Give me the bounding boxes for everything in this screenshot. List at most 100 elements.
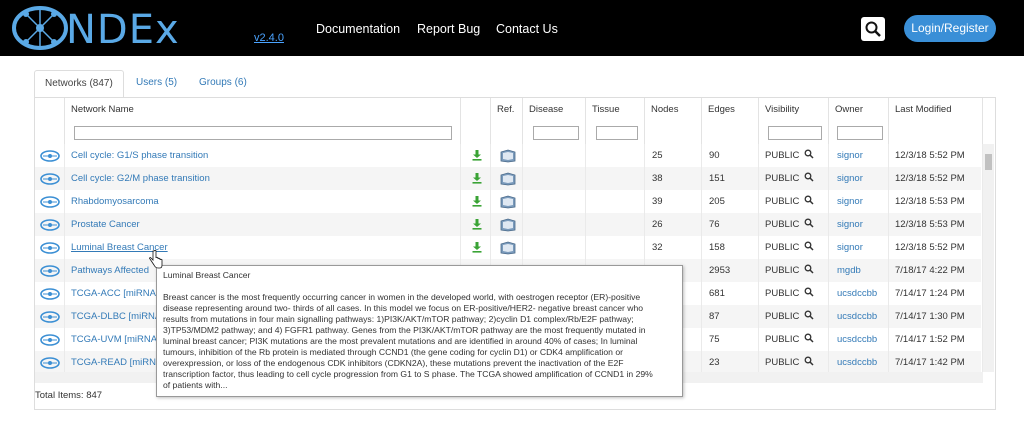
disease-cell	[523, 144, 586, 167]
edges-cell: 76	[702, 213, 759, 236]
visibility-cell: PUBLIC	[759, 305, 829, 328]
network-icon	[35, 351, 65, 372]
magnifier-icon[interactable]	[804, 195, 814, 205]
tissue-cell	[586, 213, 645, 236]
modified-cell: 7/14/17 1:52 PM	[889, 328, 983, 351]
tooltip-line: luminal breast cancer; PI3K mutations ar…	[163, 336, 638, 346]
table-row[interactable]: Cell cycle: G2/M phase transition 38 151 PU…	[35, 167, 983, 190]
nodes-cell: 39	[645, 190, 702, 213]
nodes-cell: 32	[645, 236, 702, 259]
filter-disease-input[interactable]	[533, 126, 579, 140]
network-name-link[interactable]: Cell cycle: G2/M phase transition	[65, 167, 461, 190]
visibility-text: PUBLIC	[765, 311, 800, 322]
filter-network-name-input[interactable]	[74, 126, 452, 140]
total-items: Total Items: 847	[35, 390, 103, 401]
visibility-text: PUBLIC	[765, 357, 800, 368]
magnifier-icon[interactable]	[804, 264, 814, 274]
magnifier-icon[interactable]	[804, 172, 814, 182]
version-link[interactable]: v2.4.0	[254, 32, 284, 44]
table-row[interactable]: Cell cycle: G1/S phase transition 25 90 PUB…	[35, 144, 983, 167]
owner-link[interactable]: ucsdccbb	[829, 305, 889, 328]
search-icon	[865, 21, 881, 37]
nav-contact-us[interactable]: Contact Us	[496, 22, 558, 36]
visibility-text: PUBLIC	[765, 334, 800, 345]
tooltip-line: transcription factor, thus leading to ce…	[163, 369, 653, 379]
reference-icon[interactable]	[491, 144, 523, 167]
table-row[interactable]: Luminal Breast Cancer 32 158 PUBLIC signor 12…	[35, 236, 983, 259]
modified-cell: 7/14/17 1:24 PM	[889, 282, 983, 305]
tooltip-line: results from mutations in four main sign…	[163, 314, 634, 324]
network-name-link[interactable]: Luminal Breast Cancer	[65, 236, 461, 259]
reference-icon[interactable]	[491, 190, 523, 213]
owner-link[interactable]: signor	[829, 167, 889, 190]
header-edges[interactable]: Edges	[702, 98, 759, 144]
top-navbar: NDEx v2.4.0 Documentation Report Bug Con…	[0, 0, 1024, 56]
edges-cell: 681	[702, 282, 759, 305]
visibility-cell: PUBLIC	[759, 351, 829, 372]
edges-cell: 151	[702, 167, 759, 190]
nav-report-bug[interactable]: Report Bug	[417, 22, 480, 36]
nav-documentation[interactable]: Documentation	[316, 22, 400, 36]
network-name-link[interactable]: Cell cycle: G1/S phase transition	[65, 144, 461, 167]
download-icon[interactable]	[461, 167, 491, 190]
edges-cell: 205	[702, 190, 759, 213]
network-name-link[interactable]: Prostate Cancer	[65, 213, 461, 236]
reference-icon[interactable]	[491, 213, 523, 236]
owner-link[interactable]: signor	[829, 236, 889, 259]
owner-link[interactable]: ucsdccbb	[829, 351, 889, 372]
owner-link[interactable]: signor	[829, 190, 889, 213]
ndex-logo[interactable]: NDEx	[8, 2, 258, 54]
owner-link[interactable]: signor	[829, 213, 889, 236]
magnifier-icon[interactable]	[804, 287, 814, 297]
header-label: Tissue	[592, 104, 620, 115]
filter-tissue-input[interactable]	[596, 126, 638, 140]
magnifier-icon[interactable]	[804, 333, 814, 343]
logo-text: NDEx	[66, 7, 180, 53]
magnifier-icon[interactable]	[804, 356, 814, 366]
table-row[interactable]: Rhabdomyosarcoma 39 205 PUBLIC signor 12/3/18…	[35, 190, 983, 213]
header-label: Owner	[835, 104, 863, 115]
magnifier-icon[interactable]	[804, 218, 814, 228]
network-description-tooltip: Luminal Breast Cancer Breast cancer is t…	[156, 265, 683, 397]
download-icon[interactable]	[461, 236, 491, 259]
owner-link[interactable]: ucsdccbb	[829, 328, 889, 351]
tab-groups[interactable]: Groups (6)	[189, 70, 257, 98]
network-icon	[35, 236, 65, 259]
tab-users[interactable]: Users (5)	[126, 70, 187, 98]
filter-visibility-input[interactable]	[768, 126, 822, 140]
magnifier-icon[interactable]	[804, 149, 814, 159]
tissue-cell	[586, 236, 645, 259]
tab-networks[interactable]: Networks (847)	[34, 70, 124, 98]
network-icon	[35, 282, 65, 305]
owner-link[interactable]: ucsdccbb	[829, 282, 889, 305]
network-name-link[interactable]: Rhabdomyosarcoma	[65, 190, 461, 213]
network-icon	[35, 190, 65, 213]
modified-cell: 7/14/17 1:30 PM	[889, 305, 983, 328]
tissue-cell	[586, 190, 645, 213]
vertical-scrollbar[interactable]	[983, 144, 994, 372]
owner-link[interactable]: signor	[829, 144, 889, 167]
login-register-button[interactable]: Login/Register	[904, 15, 996, 42]
disease-cell	[523, 213, 586, 236]
download-icon[interactable]	[461, 144, 491, 167]
filter-owner-input[interactable]	[837, 126, 883, 140]
download-icon[interactable]	[461, 213, 491, 236]
search-button[interactable]	[861, 17, 885, 41]
header-label: Visibility	[765, 104, 800, 115]
header-nodes[interactable]: Nodes	[645, 98, 702, 144]
magnifier-icon[interactable]	[804, 241, 814, 251]
header-last-modified[interactable]: Last Modified	[889, 98, 983, 144]
magnifier-icon[interactable]	[804, 310, 814, 320]
download-icon[interactable]	[461, 190, 491, 213]
reference-icon[interactable]	[491, 167, 523, 190]
vertical-scrollbar-thumb[interactable]	[985, 154, 992, 170]
header-ref[interactable]: Ref.	[491, 98, 523, 144]
visibility-cell: PUBLIC	[759, 328, 829, 351]
table-row[interactable]: Prostate Cancer 26 76 PUBLIC signor 12/3/18 5…	[35, 213, 983, 236]
tooltip-title: Luminal Breast Cancer	[163, 270, 251, 280]
visibility-text: PUBLIC	[765, 288, 800, 299]
tooltip-line: tumours, inhibition of the Rb protein is…	[163, 347, 623, 357]
visibility-cell: PUBLIC	[759, 167, 829, 190]
owner-link[interactable]: mgdb	[829, 259, 889, 282]
reference-icon[interactable]	[491, 236, 523, 259]
